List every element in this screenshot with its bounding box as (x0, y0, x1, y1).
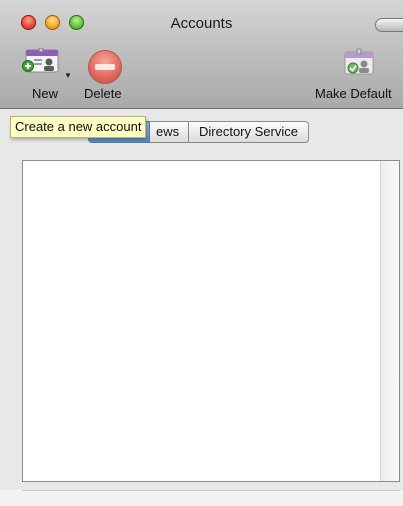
window-title: Accounts (170, 15, 233, 32)
vertical-scrollbar[interactable] (380, 161, 399, 481)
tooltip: Create a new account (10, 116, 147, 138)
accounts-list[interactable] (22, 160, 400, 482)
new-button-label[interactable]: New (32, 86, 58, 101)
delete-icon[interactable] (88, 50, 122, 84)
accounts-window: Accounts ▼ New Delete Make Default ews D… (0, 0, 403, 506)
make-default-button-label[interactable]: Make Default (315, 86, 392, 101)
make-default-icon[interactable] (343, 48, 375, 78)
chevron-down-icon[interactable]: ▼ (64, 71, 72, 80)
tab-news[interactable]: ews (150, 121, 189, 143)
toolbar-toggle-button[interactable] (375, 18, 403, 32)
delete-button-label[interactable]: Delete (84, 86, 122, 101)
bottom-strip (0, 490, 403, 506)
tab-directory-service[interactable]: Directory Service (189, 121, 309, 143)
new-account-icon[interactable] (22, 48, 60, 76)
toolbar: Accounts ▼ New Delete Make Default (0, 0, 403, 109)
